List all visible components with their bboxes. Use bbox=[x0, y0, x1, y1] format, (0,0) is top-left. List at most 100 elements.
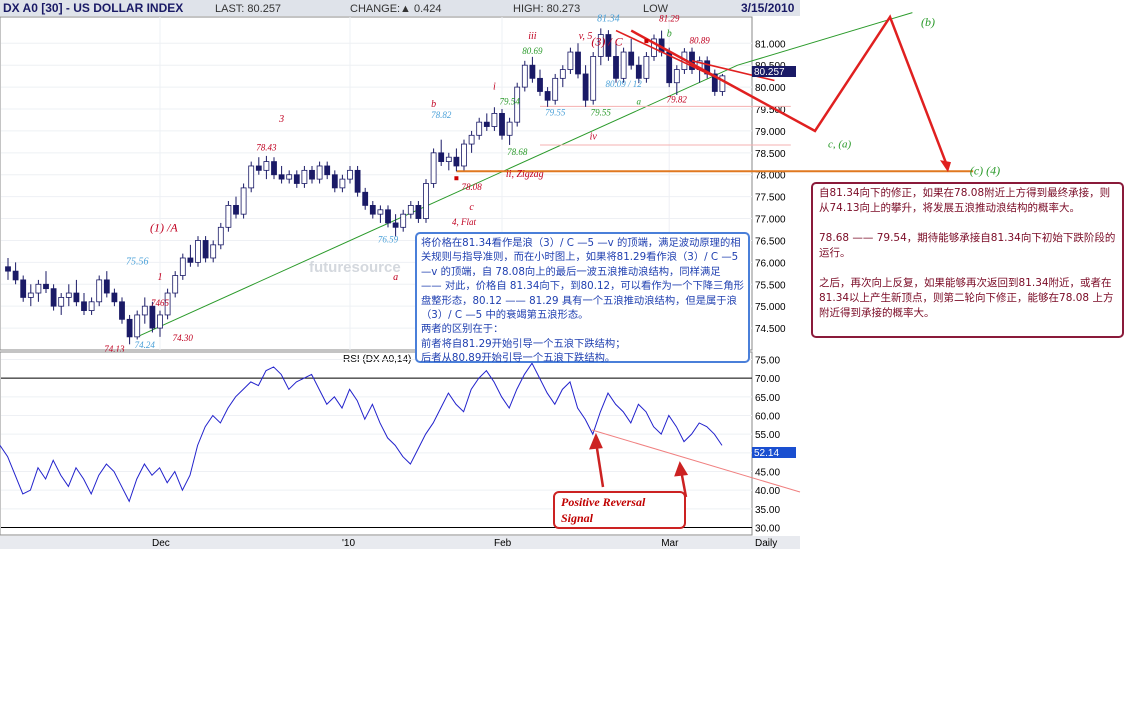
last-price: LAST: 80.257 bbox=[215, 3, 281, 15]
candle-body bbox=[126, 318, 133, 338]
analysis-note-center: 将价格在81.34看作是浪（3）/ C —5 —v 的顶端，满足波动原理的相关规… bbox=[415, 232, 750, 364]
candle-body bbox=[673, 69, 680, 84]
price-label: 75.56 bbox=[126, 257, 149, 268]
wave-label: b bbox=[431, 99, 436, 110]
candle-body bbox=[149, 305, 156, 329]
price-label: 74.24 bbox=[135, 340, 156, 350]
candle-body bbox=[567, 51, 574, 70]
candle-body bbox=[575, 51, 581, 75]
price-tick-label: 74.500 bbox=[755, 324, 786, 335]
price-tick-label: 75.500 bbox=[755, 280, 786, 291]
candle-body bbox=[385, 209, 391, 224]
price-label: 74.30 bbox=[173, 333, 194, 343]
rsi-tick-label: 70.00 bbox=[755, 374, 780, 385]
candle-body bbox=[544, 91, 551, 101]
wave-label: iii bbox=[528, 31, 537, 42]
price-label: 78.08 bbox=[461, 182, 482, 192]
candle-body bbox=[423, 183, 429, 219]
rsi-tick-label: 35.00 bbox=[755, 505, 780, 516]
candle-body bbox=[483, 121, 490, 127]
price-label: 79.54 bbox=[499, 97, 520, 107]
wave-marker bbox=[644, 39, 649, 44]
candle-body bbox=[392, 222, 399, 228]
candle-body bbox=[35, 283, 42, 294]
wave-label: (3) / C bbox=[591, 34, 623, 48]
candle-body bbox=[407, 205, 414, 215]
change-value: 0.424 bbox=[414, 3, 442, 15]
wave-marker bbox=[454, 176, 459, 181]
rsi-axis: 30.0035.0040.0045.0050.0055.0060.0065.00… bbox=[755, 355, 780, 534]
candle-body bbox=[202, 240, 209, 259]
high-price: HIGH: 80.273 bbox=[513, 3, 580, 15]
candle-body bbox=[445, 156, 452, 162]
price-tick-label: 75.000 bbox=[755, 302, 786, 313]
price-label: 81.29 bbox=[659, 13, 680, 23]
candle-body bbox=[537, 77, 543, 92]
rsi-tick-label: 75.00 bbox=[755, 355, 780, 366]
candle-body bbox=[5, 266, 11, 272]
rsi-tick-label: 40.00 bbox=[755, 486, 780, 497]
candle-body bbox=[58, 297, 65, 307]
wave-label: (b) bbox=[921, 15, 935, 29]
candle-body bbox=[119, 301, 125, 320]
candle-body bbox=[248, 165, 255, 189]
candle-body bbox=[286, 174, 293, 180]
price-label: 78.68 bbox=[507, 147, 528, 157]
wave-label: (1) /A bbox=[150, 221, 178, 235]
candle-body bbox=[415, 205, 422, 219]
candle-body bbox=[461, 143, 467, 167]
candle-body bbox=[309, 169, 315, 180]
price-label: 79.55 bbox=[545, 108, 566, 118]
candle-body bbox=[316, 165, 323, 180]
wave-label: a bbox=[637, 97, 642, 107]
chart-title: DX A0 [30] - US DOLLAR INDEX bbox=[3, 1, 183, 15]
wave-label: iv bbox=[590, 132, 598, 143]
candle-body bbox=[73, 292, 80, 303]
candle-body bbox=[499, 112, 505, 136]
candle-body bbox=[20, 279, 27, 298]
candle-body bbox=[134, 314, 141, 338]
rsi-tick-label: 30.00 bbox=[755, 524, 780, 535]
price-tag: 80.257 bbox=[754, 67, 785, 78]
price-label: 7465 bbox=[151, 298, 170, 308]
rsi-tick-label: 45.00 bbox=[755, 468, 780, 479]
candle-body bbox=[476, 121, 483, 136]
wave-label: i bbox=[493, 81, 496, 92]
candle-body bbox=[377, 209, 384, 215]
candle-body bbox=[187, 257, 194, 263]
candle-body bbox=[559, 69, 566, 79]
price-label: 80.69 bbox=[522, 46, 543, 56]
rsi-tick-label: 65.00 bbox=[755, 393, 780, 404]
price-label: 76.59 bbox=[378, 235, 399, 245]
daily-label: Daily bbox=[755, 538, 777, 549]
price-tick-label: 77.500 bbox=[755, 193, 786, 204]
candle-body bbox=[43, 283, 49, 290]
candle-body bbox=[468, 134, 475, 145]
candle-body bbox=[225, 205, 232, 228]
candle-body bbox=[240, 187, 247, 215]
candle-body bbox=[50, 288, 57, 307]
wave-label: 4, Flat bbox=[452, 217, 476, 227]
price-label: 79.82 bbox=[667, 94, 688, 104]
candle-body bbox=[506, 121, 513, 136]
candle-body bbox=[491, 112, 498, 127]
price-axis: 74.500 75.000 75.500 76.000 76.500 77.000 77.5… bbox=[755, 39, 786, 335]
candle-body bbox=[27, 292, 34, 298]
price-label: 79.55 bbox=[591, 108, 612, 118]
candle-body bbox=[263, 161, 270, 171]
candle-body bbox=[635, 64, 642, 79]
wave-label: a bbox=[393, 272, 398, 283]
price-label: 81.34 bbox=[597, 13, 620, 24]
price-tick-label: 79.000 bbox=[755, 127, 786, 138]
candle-body bbox=[590, 56, 597, 101]
candle-body bbox=[369, 205, 376, 215]
wave-label: c, (a) bbox=[828, 139, 852, 151]
price-tick-label: 77.000 bbox=[755, 215, 786, 226]
candle-body bbox=[400, 213, 407, 228]
candle-body bbox=[233, 205, 239, 215]
candle-body bbox=[438, 152, 445, 162]
candle-body bbox=[195, 240, 201, 263]
candle-body bbox=[643, 56, 650, 79]
candle-body bbox=[88, 301, 95, 311]
candle-body bbox=[141, 305, 148, 316]
